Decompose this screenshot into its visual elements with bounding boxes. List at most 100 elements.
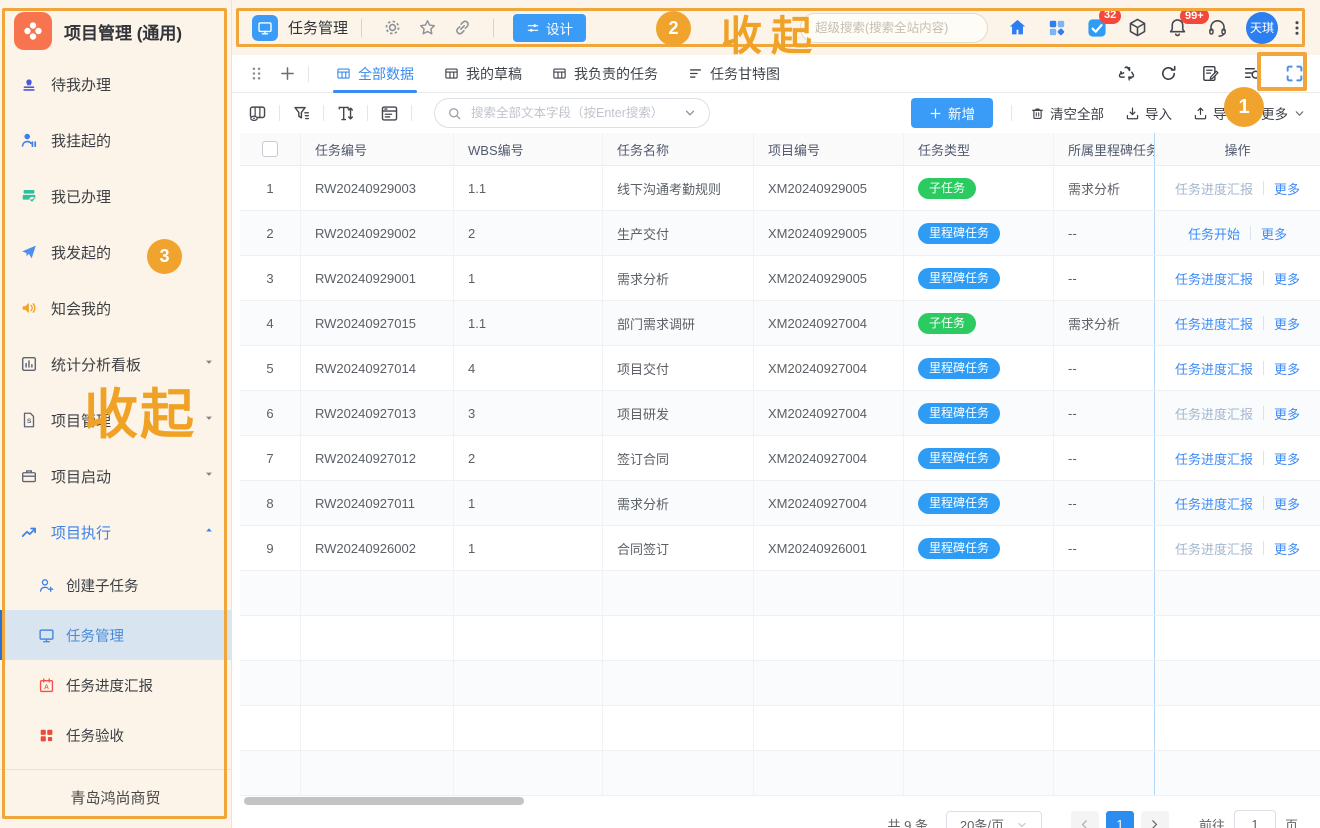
sidebar-subitem[interactable]: A 任务进度汇报 — [0, 660, 231, 710]
app-logo[interactable] — [14, 12, 52, 50]
row-more-link[interactable]: 更多 — [1274, 494, 1300, 513]
column-header[interactable]: 所属里程碑任务 — [1054, 133, 1154, 165]
prev-page-button[interactable] — [1071, 811, 1099, 828]
sidebar-item[interactable]: 我发起的 — [0, 224, 231, 280]
refresh-icon[interactable] — [1159, 64, 1178, 83]
row-more-link[interactable]: 更多 — [1274, 404, 1300, 423]
design-button[interactable]: 设计 — [513, 14, 586, 42]
column-header[interactable]: 任务类型 — [904, 133, 1054, 165]
export-button[interactable]: 导出 — [1193, 103, 1240, 123]
bell-icon[interactable]: 99+ — [1167, 17, 1188, 38]
fullscreen-icon[interactable] — [1285, 64, 1304, 83]
next-page-button[interactable] — [1141, 811, 1169, 828]
table-search[interactable] — [434, 98, 710, 128]
sidebar-item[interactable]: 待我办理 — [0, 56, 231, 112]
column-header[interactable]: 操作 — [1154, 133, 1320, 165]
row-action-link[interactable]: 任务进度汇报 — [1175, 404, 1253, 423]
global-search-input[interactable] — [813, 20, 975, 36]
text-size-icon[interactable] — [336, 104, 355, 123]
sidebar-item[interactable]: 项目执行 — [0, 504, 231, 560]
row-more-link[interactable]: 更多 — [1274, 539, 1300, 558]
sidebar-item[interactable]: 知会我的 — [0, 280, 231, 336]
table-row[interactable]: 2 RW20240929002 2 生产交付 XM20240929005 里程碑… — [240, 211, 1320, 256]
global-search[interactable] — [800, 13, 988, 43]
import-button[interactable]: 导入 — [1125, 103, 1172, 123]
column-header[interactable]: WBS编号 — [454, 133, 603, 165]
table-row[interactable]: 7 RW20240927012 2 签订合同 XM20240927004 里程碑… — [240, 436, 1320, 481]
row-action-link[interactable]: 任务进度汇报 — [1175, 359, 1253, 378]
row-more-link[interactable]: 更多 — [1274, 449, 1300, 468]
more-button[interactable]: 更多 — [1261, 103, 1306, 123]
kebab-menu-icon[interactable] — [1288, 19, 1306, 37]
row-action-link[interactable]: 任务进度汇报 — [1175, 494, 1253, 513]
view-tab[interactable]: 我负责的任务 — [552, 55, 658, 93]
page-number-button[interactable]: 1 — [1106, 811, 1134, 828]
row-more-link[interactable]: 更多 — [1274, 314, 1300, 333]
sidebar-item[interactable]: S 项目管理 — [0, 392, 231, 448]
table-row[interactable]: 9 RW20240926002 1 合同签订 XM20240926001 里程碑… — [240, 526, 1320, 571]
grid-handle-icon[interactable] — [248, 65, 265, 82]
company-name: 青岛鸿尚商贸 — [0, 787, 231, 808]
table-icon — [444, 66, 459, 81]
row-action-link[interactable]: 任务进度汇报 — [1175, 269, 1253, 288]
column-header[interactable]: 任务编号 — [301, 133, 454, 165]
sidebar-subitem[interactable]: 创建子任务 — [0, 560, 231, 610]
row-more-link[interactable]: 更多 — [1274, 359, 1300, 378]
clear-all-button[interactable]: 清空全部 — [1030, 103, 1104, 123]
row-action-link[interactable]: 任务进度汇报 — [1175, 314, 1253, 333]
select-all-checkbox[interactable] — [262, 141, 278, 157]
row-action-link[interactable]: 任务进度汇报 — [1175, 449, 1253, 468]
view-tab[interactable]: 全部数据 — [336, 55, 414, 93]
search-list-icon[interactable] — [1243, 64, 1262, 83]
avatar[interactable]: 天琪 — [1246, 12, 1278, 44]
column-header[interactable]: 任务名称 — [603, 133, 754, 165]
table-row[interactable]: 4 RW20240927015 1.1 部门需求调研 XM20240927004… — [240, 301, 1320, 346]
home-icon[interactable] — [1007, 17, 1028, 38]
plus-icon — [929, 107, 942, 120]
sidebar-item-label: 我已办理 — [51, 186, 111, 207]
table-search-input[interactable] — [469, 105, 676, 121]
table-row[interactable]: 5 RW20240927014 4 项目交付 XM20240927004 里程碑… — [240, 346, 1320, 391]
card-view-icon[interactable] — [380, 104, 399, 123]
link-icon[interactable] — [453, 18, 472, 37]
todo-tasks-icon[interactable]: 32 — [1086, 17, 1108, 39]
toolbar-left-icons — [248, 104, 399, 123]
sidebar-subitem[interactable]: 任务验收 — [0, 710, 231, 760]
column-display-icon[interactable] — [248, 104, 267, 123]
chevron-down-icon[interactable] — [683, 106, 697, 120]
goto-page-input[interactable] — [1234, 810, 1276, 828]
sidebar-item[interactable]: 我挂起的 — [0, 112, 231, 168]
view-tab[interactable]: 任务甘特图 — [688, 55, 780, 93]
gear-icon[interactable] — [383, 18, 402, 37]
page-size-select[interactable]: 20条/页 — [946, 811, 1042, 828]
view-tab[interactable]: 我的草稿 — [444, 55, 522, 93]
row-more-link[interactable]: 更多 — [1261, 224, 1287, 243]
scrollbar-thumb[interactable] — [244, 797, 524, 805]
filter-icon[interactable] — [292, 104, 311, 123]
row-index: 7 — [240, 436, 301, 480]
star-icon[interactable] — [418, 18, 437, 37]
row-action-link[interactable]: 任务开始 — [1188, 224, 1240, 243]
apps-icon[interactable] — [1047, 18, 1067, 38]
add-button[interactable]: 新增 — [911, 98, 993, 128]
row-more-link[interactable]: 更多 — [1274, 179, 1300, 198]
row-action-link[interactable]: 任务进度汇报 — [1175, 179, 1253, 198]
add-view-icon[interactable] — [279, 65, 296, 82]
sidebar-item[interactable]: 统计分析看板 — [0, 336, 231, 392]
support-headset-icon[interactable] — [1207, 17, 1228, 38]
row-more-link[interactable]: 更多 — [1274, 269, 1300, 288]
record-log-icon[interactable] — [1201, 64, 1220, 83]
table-row[interactable]: 1 RW20240929003 1.1 线下沟通考勤规则 XM202409290… — [240, 166, 1320, 211]
hexagon-icon[interactable] — [1127, 17, 1148, 38]
sidebar-item[interactable]: 我已办理 — [0, 168, 231, 224]
recycle-icon[interactable] — [1117, 64, 1136, 83]
table-row[interactable]: 3 RW20240929001 1 需求分析 XM20240929005 里程碑… — [240, 256, 1320, 301]
column-header[interactable]: 项目编号 — [754, 133, 904, 165]
table-row[interactable]: 8 RW20240927011 1 需求分析 XM20240927004 里程碑… — [240, 481, 1320, 526]
sidebar-item[interactable]: 项目启动 — [0, 448, 231, 504]
sidebar: 项目管理 (通用) 待我办理 我挂起的 我已办理 我发起的 知会我的 统计分析看… — [0, 0, 232, 828]
trend-icon — [20, 523, 38, 541]
table-row[interactable]: 6 RW20240927013 3 项目研发 XM20240927004 里程碑… — [240, 391, 1320, 436]
sidebar-subitem[interactable]: 任务管理 — [0, 610, 231, 660]
row-action-link[interactable]: 任务进度汇报 — [1175, 539, 1253, 558]
